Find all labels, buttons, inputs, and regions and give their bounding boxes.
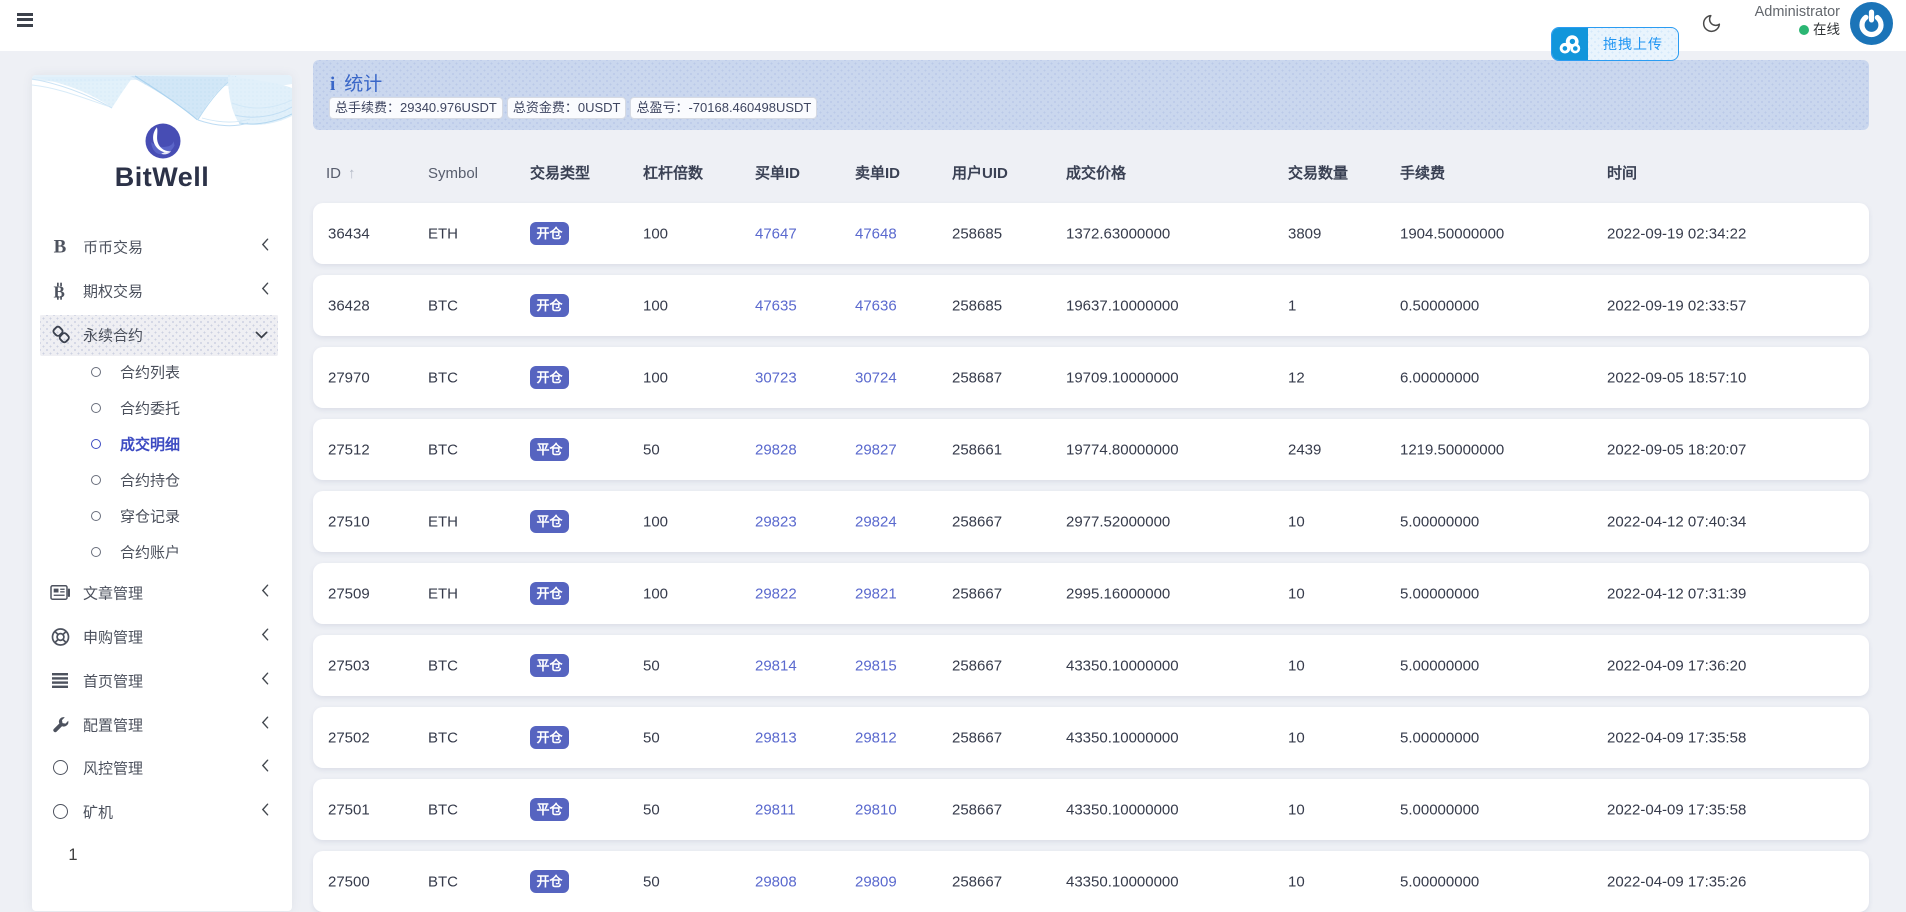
svg-text:B: B bbox=[54, 283, 65, 302]
